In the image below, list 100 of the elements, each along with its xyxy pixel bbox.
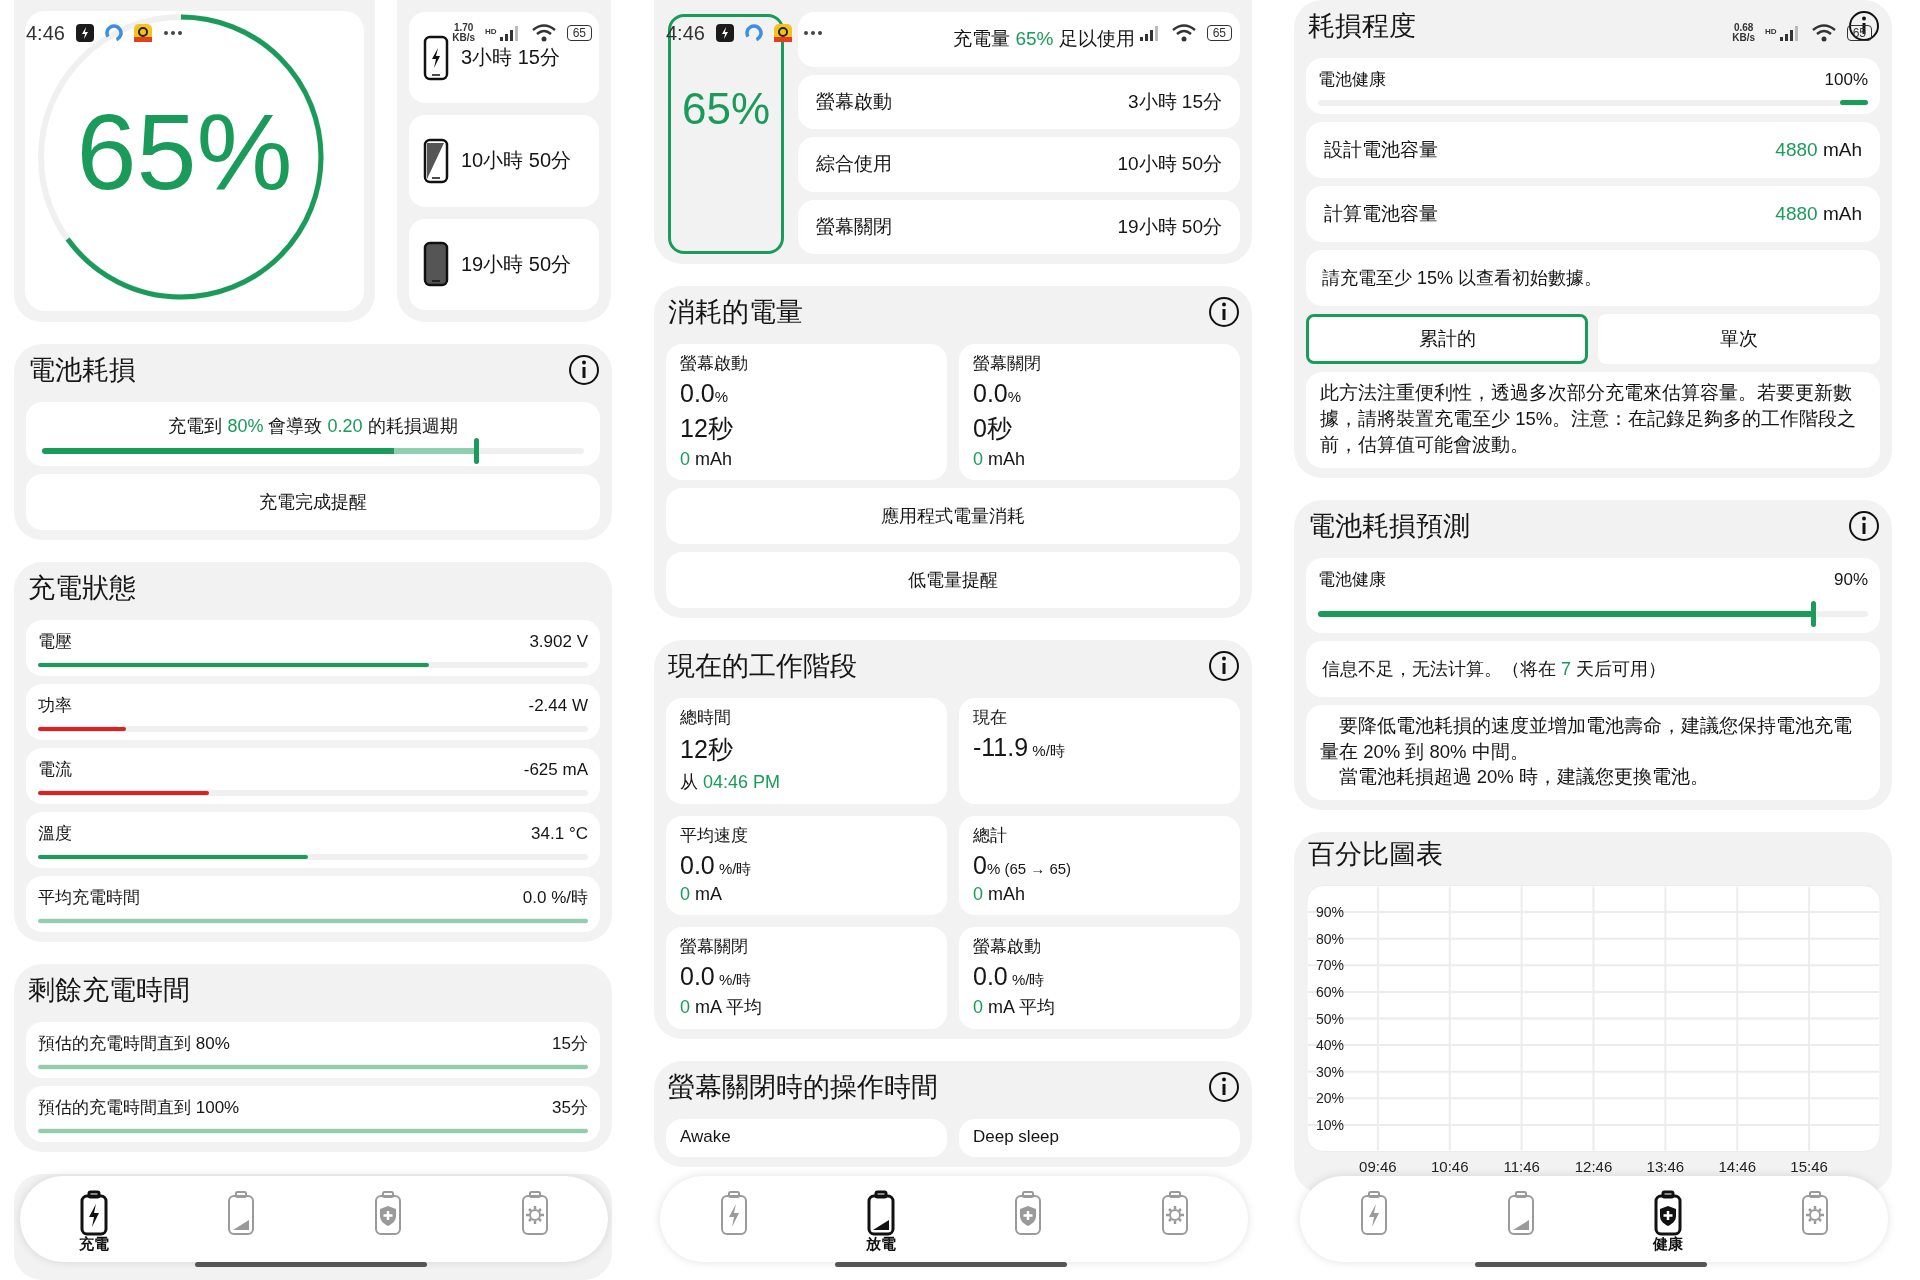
section-title: 螢幕關閉時的操作時間 <box>668 1071 938 1104</box>
tile-label: 平均速度 <box>680 825 749 847</box>
action-button[interactable]: 充電完成提醒 <box>26 474 600 530</box>
info-icon[interactable] <box>1848 509 1880 542</box>
gear-battery-icon <box>1799 1190 1830 1236</box>
axis-label: 60% <box>1316 984 1345 1001</box>
axis-label: 13:46 <box>1646 1157 1685 1175</box>
estimate-time: 3小時 15分 <box>461 45 560 71</box>
axis-label: 10:46 <box>1431 1157 1469 1175</box>
row-label: 螢幕關閉 <box>816 214 892 239</box>
axis-label: 15:46 <box>1790 1157 1828 1175</box>
slider-thumb[interactable] <box>473 438 479 464</box>
stat-value: 3.902 V <box>529 632 588 652</box>
row-value: 4880 mAh <box>1775 203 1862 225</box>
tile-value: 0.0% <box>973 379 1023 408</box>
axis-label: 30% <box>1316 1064 1345 1081</box>
axis-label: 12:46 <box>1574 1157 1613 1175</box>
stat-label: 電池健康 <box>1318 568 1386 591</box>
status-time: 4:46 <box>26 21 65 45</box>
info-icon[interactable] <box>1208 1071 1240 1103</box>
info-icon[interactable] <box>568 354 600 386</box>
usage-headline: 充電量 65% 足以使用 <box>953 27 1135 52</box>
axis-label: 40% <box>1316 1037 1345 1054</box>
battery-icon <box>225 1190 256 1236</box>
stat-value: 90% <box>1833 569 1868 590</box>
axis-label: 11:46 <box>1503 1157 1540 1175</box>
stat-value: 35分 <box>552 1097 588 1119</box>
shield-battery-icon <box>1012 1190 1043 1236</box>
nav-tab[interactable]: 放電 <box>851 1176 910 1252</box>
stat-label: 電池健康 <box>1318 69 1386 91</box>
stat-label: 電壓 <box>38 631 72 653</box>
stat-label: 預估的充電時間直到 80% <box>38 1033 230 1055</box>
tile-value: 0秒 <box>973 413 1013 444</box>
tile-value: 0.0 %/時 <box>680 851 753 880</box>
section-title: 充電狀態 <box>28 572 136 605</box>
description-text: 要降低電池耗損的速度並增加電池壽命，建議您保持電池充電量在 20% 到 80% 中間。 <box>1320 713 1853 764</box>
row-label: 螢幕啟動 <box>816 89 892 114</box>
stat-label: 功率 <box>38 695 72 717</box>
axis-label: 10% <box>1316 1117 1345 1134</box>
section-title: 電池耗損 <box>28 354 136 387</box>
network-type: HD <box>1765 27 1777 36</box>
section-title: 剩餘充電時間 <box>28 974 190 1007</box>
wifi-icon <box>1170 23 1197 43</box>
tile-value: 12秒 <box>680 734 734 765</box>
tile-label: 螢幕關閉 <box>680 936 749 958</box>
row-label: 綜合使用 <box>816 152 892 177</box>
description-text: 當電池耗損超過 20% 時，建議您更換電池。 <box>1337 765 1710 790</box>
tile-note: 0 mAh <box>973 884 1027 905</box>
row-value: 19小時 50分 <box>1117 214 1222 239</box>
stat-value: 34.1 °C <box>531 824 588 844</box>
tile-note: 0 mA 平均 <box>973 996 1057 1019</box>
stat-label: 電流 <box>38 759 72 781</box>
network-speed: 1.70 KB/s <box>452 23 476 43</box>
tile-note: 0 mAh <box>680 449 734 470</box>
row-label: 設計電池容量 <box>1324 138 1438 162</box>
tile-value: 0.0 %/時 <box>680 962 753 991</box>
estimate-time: 19小時 50分 <box>461 251 572 277</box>
section-title: 消耗的電量 <box>668 296 803 329</box>
tile-label: 螢幕關閉 <box>973 353 1042 375</box>
tile-value: 0% (65 → 65) <box>973 851 1073 880</box>
battery-icon <box>1505 1190 1536 1236</box>
note-text: 請充電至少 15% 以查看初始數據。 <box>1322 268 1603 288</box>
row-value: 10小時 50分 <box>1117 152 1222 177</box>
nav-tab[interactable]: 健康 <box>1638 1176 1697 1252</box>
nav-tab[interactable]: 充電 <box>64 1176 123 1252</box>
shield-battery-icon <box>1652 1190 1683 1236</box>
section-title: 電池耗損預測 <box>1308 509 1470 543</box>
info-icon[interactable] <box>1208 650 1240 682</box>
row-label: 計算電池容量 <box>1324 202 1438 226</box>
stat-value: 15分 <box>552 1033 588 1055</box>
stat-label: 溫度 <box>38 823 72 845</box>
stat-label: 平均充電時間 <box>38 887 140 909</box>
tile-label: Awake <box>680 1127 732 1147</box>
action-button[interactable]: 低電量提醒 <box>666 552 1240 608</box>
info-icon[interactable] <box>1208 296 1240 328</box>
charging-battery-icon <box>1358 1190 1389 1236</box>
axis-label: 20% <box>1316 1090 1345 1107</box>
axis-label: 14:46 <box>1718 1157 1756 1175</box>
section-title: 耗損程度 <box>1308 10 1416 43</box>
charging-battery-icon <box>718 1190 749 1236</box>
action-button[interactable]: 應用程式電量消耗 <box>666 488 1240 544</box>
slider-thumb[interactable] <box>1811 600 1816 627</box>
tile-label: 螢幕啟動 <box>680 353 749 375</box>
network-type: HD <box>485 27 497 36</box>
segment-tab[interactable]: 累計的 <box>1306 314 1588 364</box>
tile-value: 12秒 <box>680 413 734 444</box>
segment-tab[interactable]: 單次 <box>1598 314 1880 364</box>
tile-value: 0.0 %/時 <box>973 962 1046 991</box>
tile-note: 0 mA <box>680 884 724 905</box>
battery-percent: 65% <box>76 89 293 214</box>
network-speed: 0.68 KB/s <box>1732 23 1756 43</box>
tile-label: 總計 <box>973 825 1008 847</box>
tile-label: Deep sleep <box>973 1127 1060 1147</box>
more-icon <box>802 30 823 36</box>
battery-icon <box>865 1190 896 1236</box>
axis-label: 90% <box>1316 904 1345 921</box>
phone-icon <box>423 241 449 288</box>
tile-note: 从 04:46 PM <box>680 771 782 794</box>
tile-label: 螢幕啟動 <box>973 936 1042 958</box>
tile-value: 0.0% <box>680 379 730 408</box>
